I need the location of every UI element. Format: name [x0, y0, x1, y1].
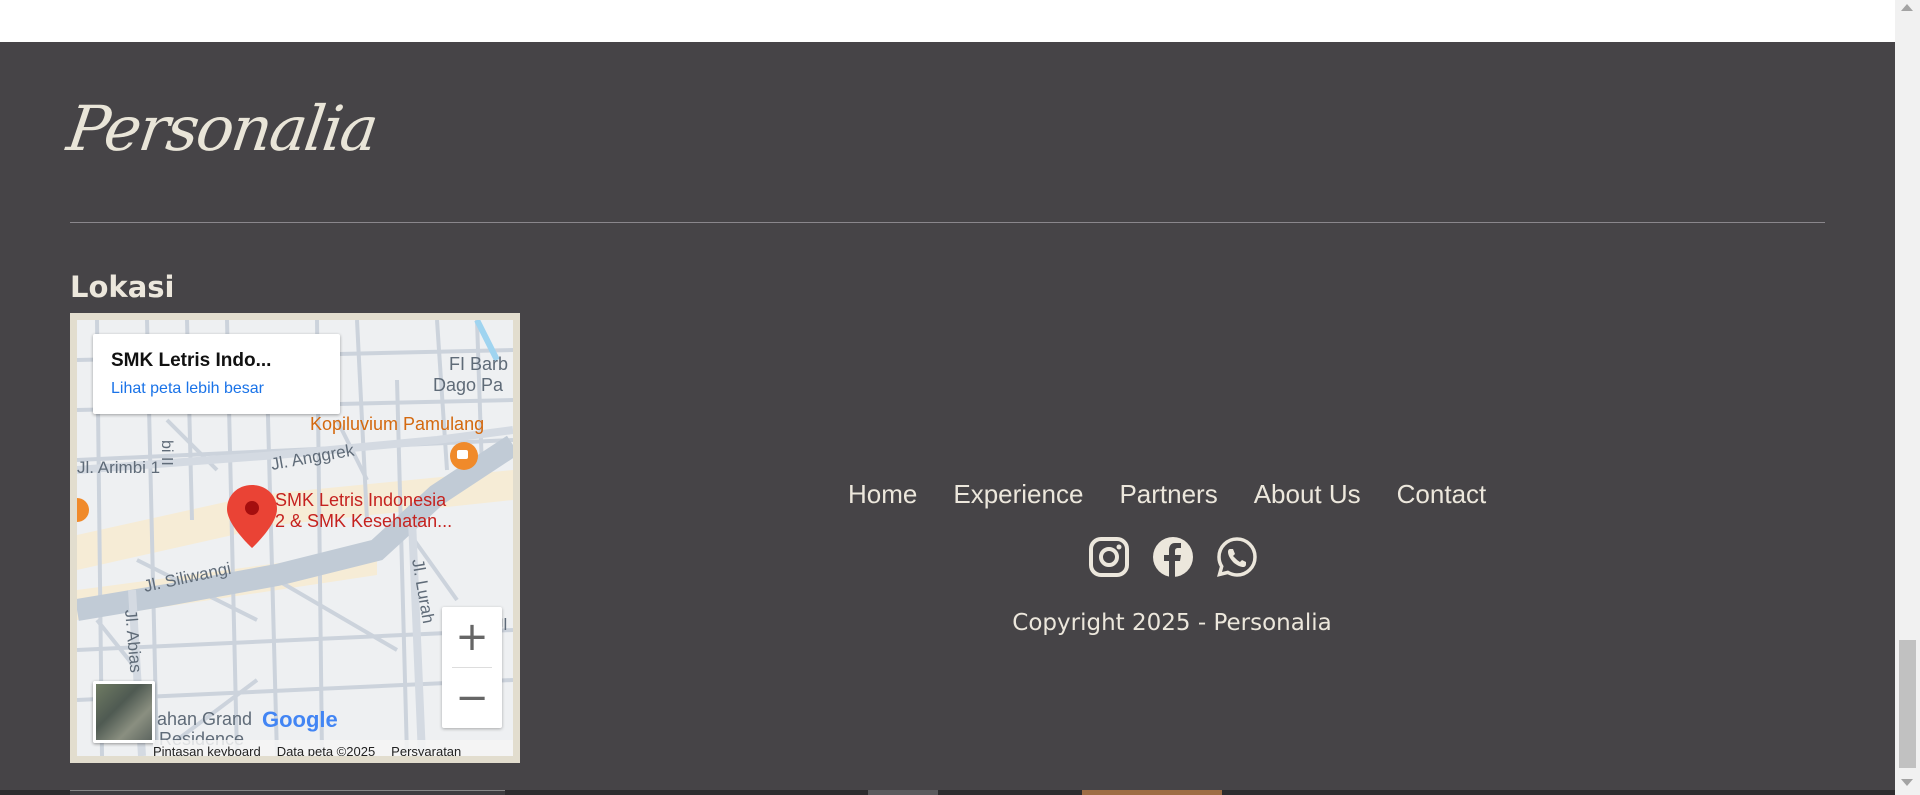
map-label-arimbi: Jl. Arimbi 1: [77, 458, 160, 477]
scroll-up-arrow-icon[interactable]: [1901, 4, 1913, 11]
next-section-edge: [0, 790, 1895, 795]
google-logo-text: Google: [262, 707, 338, 732]
next-section-segment: [868, 790, 938, 795]
map-label-residence-1: ahan Grand: [157, 709, 252, 729]
nav-contact[interactable]: Contact: [1397, 479, 1487, 510]
zoom-out-button[interactable]: −: [442, 668, 502, 728]
nav-experience[interactable]: Experience: [953, 479, 1083, 510]
embedded-map[interactable]: FI Barb Dago Pa Kopiluvium Pamulang Jl. …: [70, 313, 520, 763]
place-name: SMK Letris Indo...: [111, 350, 272, 371]
next-section-accent-segment: [1082, 790, 1222, 795]
site-footer: Personalia Lokasi FI Barb Dago Pa Kopilu…: [0, 42, 1895, 795]
map-label-poi-top: FI Barb: [449, 354, 508, 374]
map-label-bi: bi II: [158, 440, 175, 466]
google-logo: Google: [262, 707, 338, 733]
terms-link[interactable]: Persyaratan: [391, 740, 461, 756]
map-attribution: Pintasan keyboard Data peta ©2025 Persya…: [153, 740, 513, 759]
map-label-poi-top-2: Dago Pa: [433, 375, 504, 395]
next-section-input-edge: [70, 790, 505, 795]
map-label-cafe: Kopiluvium Pamulang: [310, 414, 484, 434]
nav-about-us[interactable]: About Us: [1254, 479, 1361, 510]
keyboard-shortcuts-link[interactable]: Pintasan keyboard: [153, 740, 261, 756]
scroll-down-arrow-icon[interactable]: [1901, 779, 1913, 786]
map-place-card: SMK Letris Indo... Lihat peta lebih besa…: [93, 334, 340, 414]
map-pin-label-1: SMK Letris Indonesia: [275, 490, 447, 510]
page-content-bottom: [0, 0, 1895, 42]
view-larger-map-link[interactable]: Lihat peta lebih besar: [111, 380, 322, 398]
whatsapp-icon[interactable]: [1216, 536, 1258, 578]
facebook-icon[interactable]: [1152, 536, 1194, 578]
footer-divider: [70, 222, 1825, 223]
footer-nav: Home Experience Partners About Us Contac…: [848, 479, 1486, 510]
location-heading: Lokasi: [70, 270, 175, 304]
scrollbar-thumb[interactable]: [1899, 640, 1916, 768]
copyright-text: Copyright 2025 - Personalia: [1012, 610, 1332, 636]
social-links: [1088, 536, 1258, 578]
map-data-text: Data peta ©2025: [276, 744, 376, 759]
nav-partners[interactable]: Partners: [1119, 479, 1217, 510]
satellite-toggle-button[interactable]: [93, 681, 155, 743]
instagram-icon[interactable]: [1088, 536, 1130, 578]
map-pin-label-2: 2 & SMK Kesehatan...: [275, 511, 452, 531]
page-scrollbar[interactable]: [1895, 0, 1920, 795]
footer-logo[interactable]: Personalia: [63, 92, 381, 165]
nav-home[interactable]: Home: [848, 479, 917, 510]
